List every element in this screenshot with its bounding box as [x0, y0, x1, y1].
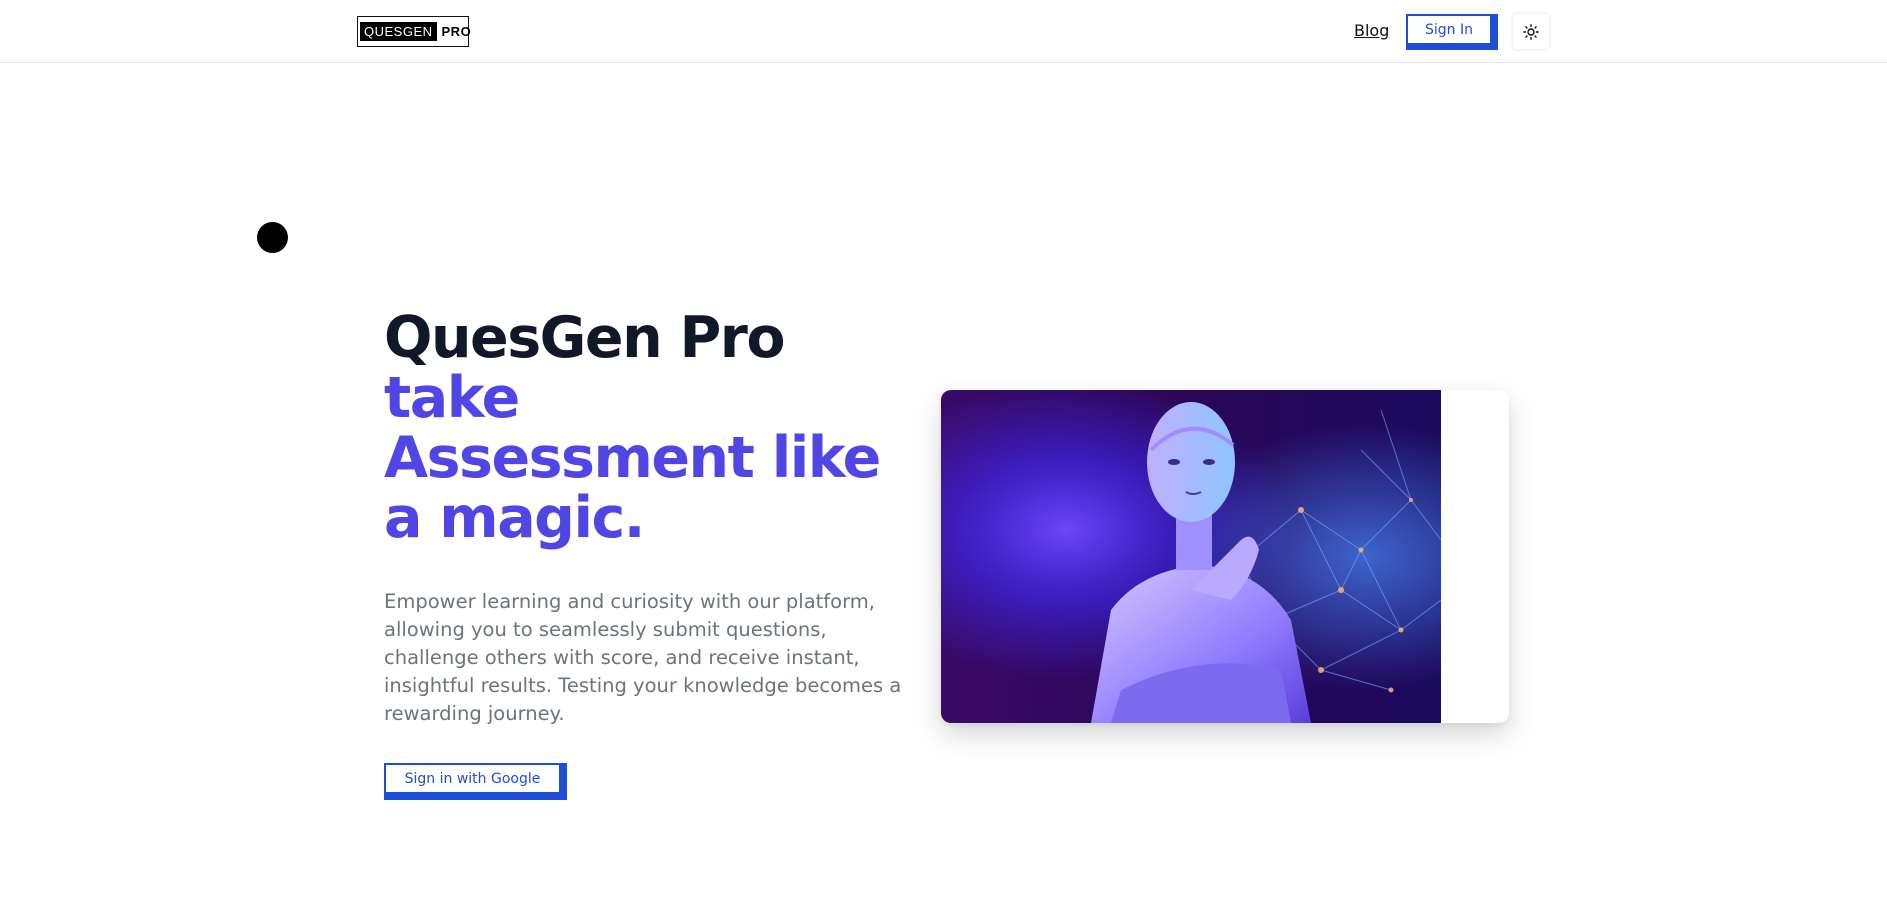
blog-link[interactable]: Blog — [1354, 21, 1389, 40]
theme-toggle-button[interactable] — [1513, 14, 1549, 49]
sign-in-button[interactable]: Sign In — [1406, 14, 1492, 45]
robot-image — [941, 390, 1441, 723]
top-navbar: QUESGEN PRO Blog Sign In — [0, 0, 1887, 63]
hero-title-accent: take Assessment like a magic. — [384, 365, 881, 551]
logo[interactable]: QUESGEN PRO — [357, 16, 471, 47]
hero-title: QuesGen Pro take Assessment like a magic… — [384, 308, 904, 548]
logo-text-left: QUESGEN — [360, 22, 437, 41]
hero-description: Empower learning and curiosity with our … — [384, 590, 902, 725]
google-sign-in-button[interactable]: Sign in with Google — [384, 763, 561, 794]
logo-text-right: PRO — [441, 24, 472, 39]
cursor-dot — [257, 222, 288, 253]
sun-icon — [1523, 23, 1539, 40]
hero-title-brand: QuesGen Pro — [384, 305, 786, 371]
hero-image-card — [941, 390, 1509, 723]
